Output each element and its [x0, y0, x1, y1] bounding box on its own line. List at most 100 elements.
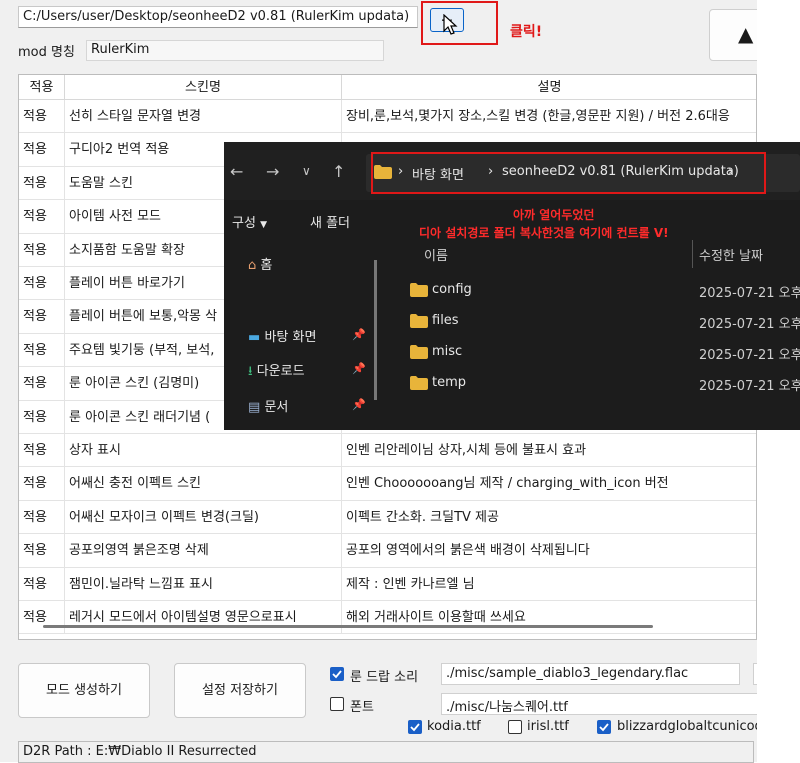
skin-name-cell: 상자 표시 — [65, 434, 342, 467]
nav-item-desktop[interactable]: ▬ 바탕 화면 — [248, 326, 316, 345]
mod-name-label: mod 명칭 — [18, 45, 75, 60]
file-row-config[interactable]: config 2025-07-21 오후 — [394, 277, 800, 305]
table-row[interactable]: 적용 선히 스타일 문자열 변경 장비,룬,보석,몇가지 장소,스킬 변경 (한글,… — [19, 100, 756, 134]
apply-cell[interactable]: 적용 — [19, 500, 65, 534]
skin-name-cell: 잼민이.닐라탁 느낌표 표시 — [65, 567, 342, 601]
apply-cell[interactable]: 적용 — [19, 400, 65, 434]
table-header: 적용 스킨명 설명 — [19, 75, 756, 100]
column-separator[interactable] — [692, 240, 693, 268]
file-row-files[interactable]: files 2025-07-21 오후 — [394, 308, 800, 336]
folder-icon — [410, 314, 428, 328]
file-name: config — [432, 282, 472, 297]
file-row-temp[interactable]: temp 2025-07-21 오후 — [394, 370, 800, 398]
rune-drop-sound-path-input[interactable]: ./misc/sample_diablo3_legendary.flac — [441, 663, 740, 685]
file-name: files — [432, 313, 459, 328]
apply-cell[interactable]: 적용 — [19, 100, 65, 133]
mod-name-input[interactable]: RulerKim — [86, 40, 384, 61]
apply-cell[interactable]: 적용 — [19, 166, 65, 200]
apply-cell[interactable]: 적용 — [19, 601, 65, 634]
skin-name-cell: 레거시 모드에서 아이템설명 영문으로표시 — [65, 601, 342, 634]
table-row[interactable]: 적용 레거시 모드에서 아이템설명 영문으로표시 해외 거래사이트 이용할때 쓰세요 — [19, 601, 756, 635]
highlight-box — [371, 152, 766, 194]
folder-icon — [410, 376, 428, 390]
highlight-box — [421, 1, 498, 45]
apply-cell[interactable]: 적용 — [19, 233, 65, 267]
organize-button[interactable]: 구성 ▼ — [232, 212, 267, 231]
column-header-description[interactable]: 설명 — [342, 75, 756, 100]
check-icon — [599, 723, 609, 732]
description-cell: 공포의 영역에서의 붉은색 배경이 삭제됩니다 — [342, 534, 756, 567]
up-folder-icon[interactable]: ↑ — [332, 162, 345, 181]
install-path-input[interactable]: C:/Users/user/Desktop/seonheeD2 v0.81 (R… — [18, 6, 418, 28]
font-option-irisl-label: irisl.ttf — [527, 719, 569, 734]
file-row-misc[interactable]: misc 2025-07-21 오후 — [394, 339, 800, 367]
apply-cell[interactable]: 적용 — [19, 300, 65, 334]
skin-name-cell: 선히 스타일 문자열 변경 — [65, 100, 342, 133]
nav-item-home[interactable]: ⌂ 홈 — [248, 254, 272, 273]
document-icon: ▤ — [248, 400, 261, 415]
apply-cell[interactable]: 적용 — [19, 534, 65, 568]
up-arrow-icon: ▲ — [738, 22, 754, 46]
file-date: 2025-07-21 오후 — [699, 348, 800, 363]
apply-cell[interactable]: 적용 — [19, 367, 65, 401]
pin-icon[interactable]: 📌 — [352, 328, 366, 341]
nav-item-documents[interactable]: ▤ 문서 — [248, 396, 288, 415]
dropdown-arrow-icon: ▼ — [260, 220, 267, 230]
new-folder-button[interactable]: 새 폴더 — [310, 212, 350, 231]
font-option-kodia-checkbox[interactable] — [408, 720, 422, 734]
table-row[interactable]: 적용 어쌔신 충전 이펙트 스킨 인벤 Chooooooang님 제작 / char… — [19, 467, 756, 501]
folder-icon — [410, 345, 428, 359]
annotation-line-1: 아까 열어두었던 — [513, 208, 595, 222]
forward-icon[interactable]: → — [266, 162, 279, 181]
nav-item-downloads[interactable]: ⭳ 다운로드 — [248, 360, 305, 384]
status-bar: D2R Path : E:₩Diablo II Resurrected — [18, 741, 754, 763]
apply-cell[interactable]: 적용 — [19, 567, 65, 601]
apply-cell[interactable]: 적용 — [19, 200, 65, 234]
explorer-toolbar: 구성 ▼ 새 폴더 아까 열어두었던 디아 설치경로 폴더 복사한것을 여기에 … — [224, 200, 800, 240]
apply-cell[interactable]: 적용 — [19, 333, 65, 367]
nav-scrollbar[interactable] — [374, 260, 377, 400]
check-icon — [332, 670, 342, 679]
download-icon: ⭳ — [248, 364, 253, 379]
table-row[interactable]: 적용 어쌔신 모자이크 이펙트 변경(크딜) 이펙트 간소화. 크딜TV 제공 — [19, 500, 756, 535]
save-settings-button[interactable]: 설정 저장하기 — [174, 663, 306, 718]
create-mod-button[interactable]: 모드 생성하기 — [18, 663, 150, 718]
column-header-modified[interactable]: 수정한 날짜 — [699, 245, 763, 264]
file-name: misc — [432, 344, 463, 359]
column-header-skin-name[interactable]: 스킨명 — [65, 75, 342, 100]
column-header-apply[interactable]: 적용 — [19, 75, 65, 100]
apply-cell[interactable]: 적용 — [19, 434, 65, 467]
desktop-icon: ▬ — [248, 330, 261, 345]
font-option-blizzard-checkbox[interactable] — [597, 720, 611, 734]
back-icon[interactable]: ← — [230, 162, 243, 181]
description-cell: 인벤 Chooooooang님 제작 / charging_with_icon … — [342, 467, 756, 500]
file-explorer-window: ← → ∨ ↑ › 바탕 화면 › seonheeD2 v0.81 (Ruler… — [224, 142, 800, 430]
skin-name-cell: 어쌔신 모자이크 이펙트 변경(크딜) — [65, 500, 342, 534]
file-date: 2025-07-21 오후 — [699, 286, 800, 301]
pin-icon[interactable]: 📌 — [352, 398, 366, 411]
pin-icon[interactable]: 📌 — [352, 362, 366, 375]
font-path-input[interactable]: ./misc/나눔스퀘어.ttf — [441, 693, 757, 715]
skin-name-cell: 공포의영역 붉은조명 삭제 — [65, 534, 342, 568]
font-option-irisl-checkbox[interactable] — [508, 720, 522, 734]
column-header-name[interactable]: 이름 — [424, 245, 448, 264]
explorer-address-row: ← → ∨ ↑ › 바탕 화면 › seonheeD2 v0.81 (Ruler… — [224, 142, 800, 200]
file-date: 2025-07-21 오후 — [699, 317, 800, 332]
description-cell: 제작 : 인벤 카나르엘 님 — [342, 568, 756, 601]
horizontal-scrollbar[interactable] — [43, 625, 653, 628]
recent-dropdown-icon[interactable]: ∨ — [302, 164, 311, 178]
table-row[interactable]: 적용 잼민이.닐라탁 느낌표 표시 제작 : 인벤 카나르엘 님 — [19, 567, 756, 601]
folder-icon — [410, 283, 428, 297]
description-cell: 이펙트 간소화. 크딜TV 제공 — [342, 501, 756, 534]
rune-drop-sound-checkbox[interactable] — [330, 667, 344, 681]
apply-cell[interactable]: 적용 — [19, 467, 65, 501]
apply-cell[interactable]: 적용 — [19, 133, 65, 167]
table-row[interactable]: 적용 공포의영역 붉은조명 삭제 공포의 영역에서의 붉은색 배경이 삭제됩니다 — [19, 534, 756, 568]
apply-cell[interactable]: 적용 — [19, 267, 65, 300]
font-option-kodia-label: kodia.ttf — [427, 719, 481, 734]
file-date: 2025-07-21 오후 — [699, 379, 800, 394]
navigation-pane: ⌂ 홈 ▬ 바탕 화면 📌 ⭳ 다운로드 📌 ▤ 문서 📌 — [224, 240, 379, 430]
font-checkbox[interactable] — [330, 697, 344, 711]
rune-drop-sound-label: 룬 드랍 소리 — [350, 670, 419, 685]
table-row[interactable]: 적용 상자 표시 인벤 리안레이님 상자,시체 등에 불표시 효과 — [19, 434, 756, 468]
